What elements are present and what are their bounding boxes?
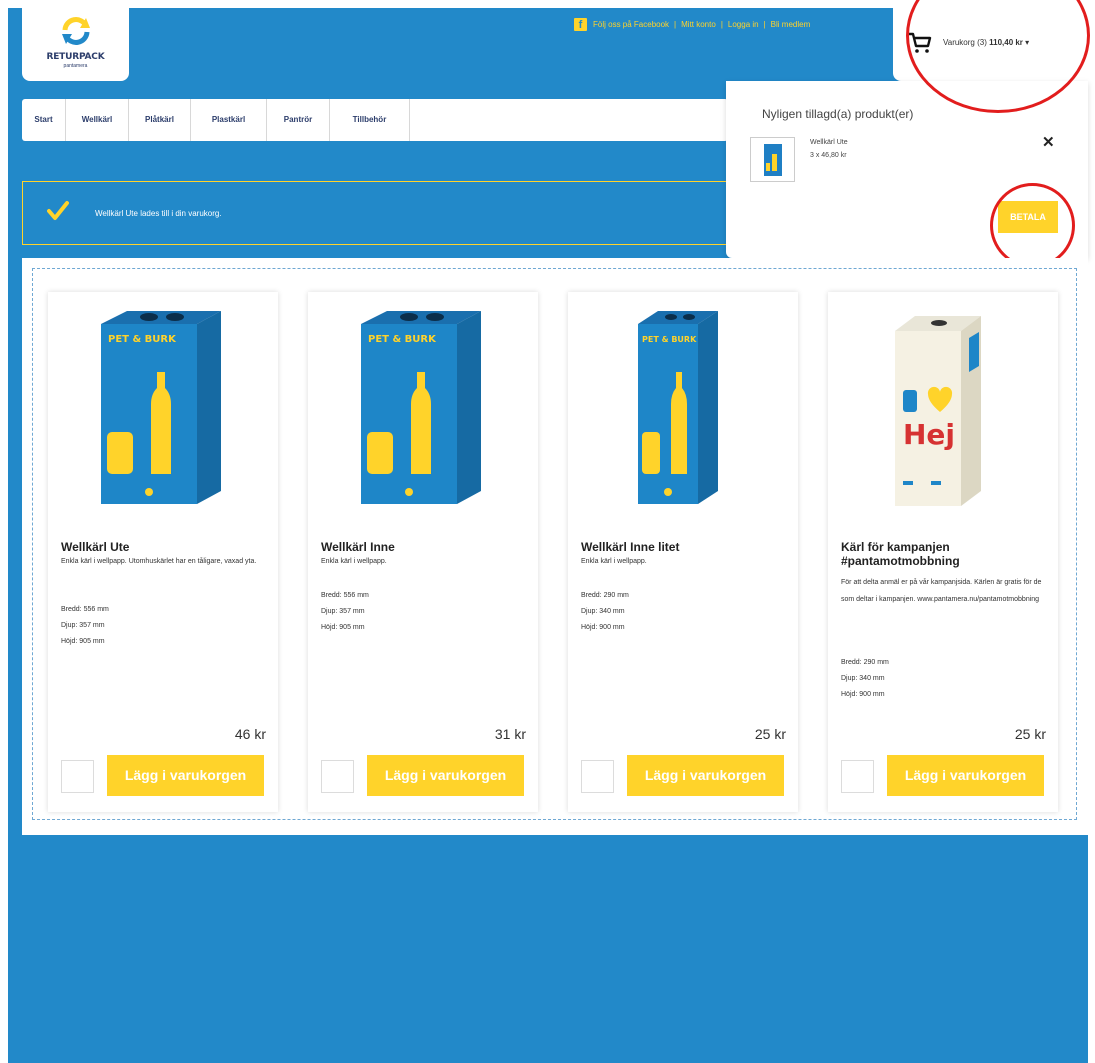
logo-subtext: pantamera <box>63 63 88 69</box>
product-panel: PET & BURK Wellkärl Ute Enkla kärl i wel… <box>22 258 1088 835</box>
dropdown-item-name: Wellkärl Ute <box>810 139 848 146</box>
box-label: PET & BURK <box>108 334 177 345</box>
product-price: 31 kr <box>494 726 526 742</box>
box-label: Hej <box>903 418 955 451</box>
product-price: 25 kr <box>754 726 786 742</box>
separator: | <box>674 19 677 29</box>
close-icon[interactable]: ✕ <box>1042 133 1055 151</box>
product-card: PET & BURK Wellkärl Inne Enkla kärl i we… <box>308 292 538 812</box>
product-price: 25 kr <box>1014 726 1046 742</box>
quantity-input[interactable] <box>841 760 874 793</box>
quantity-input[interactable] <box>321 760 354 793</box>
added-to-cart-alert: Wellkärl Ute lades till i din varukorg. <box>22 181 728 245</box>
product-image: PET & BURK <box>638 311 718 504</box>
annotation-circle-pay <box>990 183 1075 268</box>
product-thumbnail <box>750 137 795 182</box>
logo[interactable]: RETURPACK pantamera <box>22 8 129 81</box>
product-image: PET & BURK <box>101 311 221 504</box>
nav-item-start[interactable]: Start <box>22 99 66 141</box>
checkmark-icon <box>47 201 69 220</box>
product-spec: Djup: 340 mm <box>581 608 625 615</box>
add-to-cart-button[interactable]: Lägg i varukorgen <box>367 755 524 796</box>
product-card: Hej Kärl för kampanjen #pantamotmobbning… <box>828 292 1058 812</box>
product-title[interactable]: Wellkärl Inne litet <box>581 540 791 554</box>
product-spec: Djup: 357 mm <box>61 622 105 629</box>
become-member-link[interactable]: Bli medlem <box>771 20 811 29</box>
facebook-link[interactable]: Följ oss på Facebook <box>593 20 669 29</box>
box-label: PET & BURK <box>368 334 437 345</box>
page-background: RETURPACK pantamera f Följ oss på Facebo… <box>8 0 1090 1063</box>
nav-item-platkarl[interactable]: Plåtkärl <box>129 99 191 141</box>
nav-item-plastkarl[interactable]: Plastkärl <box>191 99 267 141</box>
nav-item-pantror[interactable]: Pantrör <box>267 99 330 141</box>
nav-item-wellkarl[interactable]: Wellkärl <box>66 99 129 141</box>
product-image: PET & BURK <box>361 311 481 504</box>
add-to-cart-button[interactable]: Lägg i varukorgen <box>107 755 264 796</box>
product-card: PET & BURK Wellkärl Ute Enkla kärl i wel… <box>48 292 278 812</box>
product-spec: Bredd: 290 mm <box>581 592 629 599</box>
logo-text: RETURPACK <box>46 52 105 62</box>
dropdown-title: Nyligen tillagd(a) produkt(er) <box>762 107 914 121</box>
product-description: Enkla kärl i wellpapp. Utomhuskärlet har… <box>61 558 257 565</box>
product-description: Enkla kärl i wellpapp. <box>321 558 387 565</box>
quantity-input[interactable] <box>581 760 614 793</box>
product-image: Hej <box>895 316 981 506</box>
facebook-icon[interactable]: f <box>574 17 587 31</box>
box-label: PET & BURK <box>642 335 697 344</box>
my-account-link[interactable]: Mitt konto <box>681 20 716 29</box>
product-title[interactable]: Kärl för kampanjen #pantamotmobbning <box>841 540 1051 568</box>
top-links: f Följ oss på Facebook | Mitt konto | Lo… <box>574 16 810 32</box>
add-to-cart-button[interactable]: Lägg i varukorgen <box>627 755 784 796</box>
product-spec: Bredd: 290 mm <box>841 659 889 666</box>
product-spec: Bredd: 556 mm <box>321 592 369 599</box>
alert-message: Wellkärl Ute lades till i din varukorg. <box>95 209 222 218</box>
login-link[interactable]: Logga in <box>728 20 759 29</box>
product-price: 46 kr <box>234 726 266 742</box>
product-description: För att delta anmäl er på vår kampanjsid… <box>841 579 1042 603</box>
separator: | <box>763 19 766 29</box>
product-title[interactable]: Wellkärl Ute <box>61 540 271 554</box>
product-grid: PET & BURK Wellkärl Ute Enkla kärl i wel… <box>32 268 1077 820</box>
product-card: PET & BURK Wellkärl Inne litet Enkla kär… <box>568 292 798 812</box>
product-spec: Bredd: 556 mm <box>61 606 109 613</box>
product-spec: Höjd: 905 mm <box>61 638 105 645</box>
main-nav: Start Wellkärl Plåtkärl Plastkärl Pantrö… <box>22 99 728 141</box>
product-spec: Höjd: 905 mm <box>321 624 365 631</box>
separator: | <box>720 19 723 29</box>
dropdown-item-qty: 3 x 46,80 kr <box>810 152 847 159</box>
recycle-logo-icon <box>62 17 90 45</box>
product-spec: Höjd: 900 mm <box>841 691 885 698</box>
product-title[interactable]: Wellkärl Inne <box>321 540 531 554</box>
nav-item-tillbehor[interactable]: Tillbehör <box>330 99 410 141</box>
product-spec: Höjd: 900 mm <box>581 624 625 631</box>
add-to-cart-button[interactable]: Lägg i varukorgen <box>887 755 1044 796</box>
product-description: Enkla kärl i wellpapp. <box>581 558 647 565</box>
product-spec: Djup: 340 mm <box>841 675 885 682</box>
quantity-input[interactable] <box>61 760 94 793</box>
box-thumbnail-icon <box>764 144 782 176</box>
product-spec: Djup: 357 mm <box>321 608 365 615</box>
